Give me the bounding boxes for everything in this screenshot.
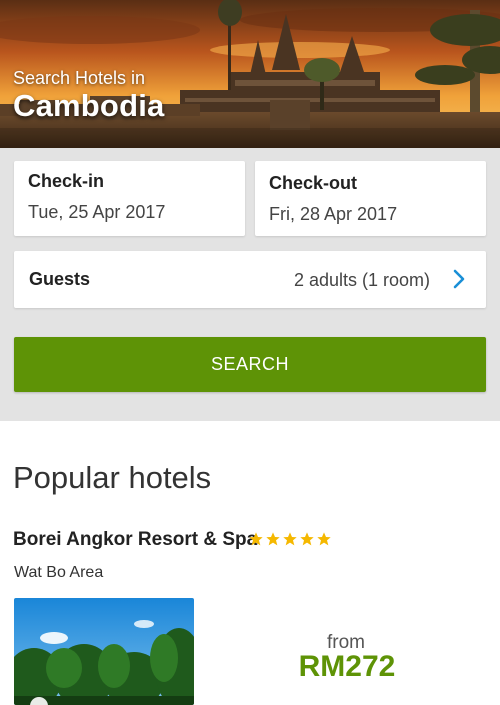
star-icon: [300, 532, 314, 546]
price-value: RM272: [298, 650, 396, 683]
hotel-photo[interactable]: [14, 598, 194, 705]
hero-title: Cambodia: [13, 88, 165, 123]
star-icon: [266, 532, 280, 546]
guests-field[interactable]: Guests 2 adults (1 room): [14, 251, 486, 308]
checkout-value: Fri, 28 Apr 2017: [269, 204, 398, 224]
hotel-name[interactable]: Borei Angkor Resort & Spa: [13, 529, 257, 551]
checkin-value: Tue, 25 Apr 2017: [28, 202, 166, 222]
hero-banner: Search Hotels in Cambodia: [0, 0, 500, 148]
hero-subtitle: Search Hotels in: [13, 68, 146, 88]
guests-label: Guests: [29, 269, 91, 289]
popular-hotels-heading: Popular hotels: [13, 460, 212, 495]
guests-value: 2 adults (1 room): [293, 270, 430, 290]
search-button[interactable]: SEARCH: [14, 337, 486, 392]
checkin-label: Check-in: [28, 171, 105, 191]
hotel-star-rating: [248, 531, 332, 547]
star-icon: [317, 532, 331, 546]
star-icon: [283, 532, 297, 546]
hotel-image: [14, 598, 194, 705]
checkin-field[interactable]: Check-in Tue, 25 Apr 2017: [14, 161, 245, 236]
checkout-field[interactable]: Check-out Fri, 28 Apr 2017: [255, 161, 486, 236]
search-form: Check-in Tue, 25 Apr 2017 Check-out Fri,…: [0, 148, 500, 421]
checkout-label: Check-out: [269, 173, 358, 193]
hotel-area: Wat Bo Area: [14, 564, 104, 581]
chevron-right-icon: [453, 269, 465, 289]
star-icon: [249, 532, 263, 546]
